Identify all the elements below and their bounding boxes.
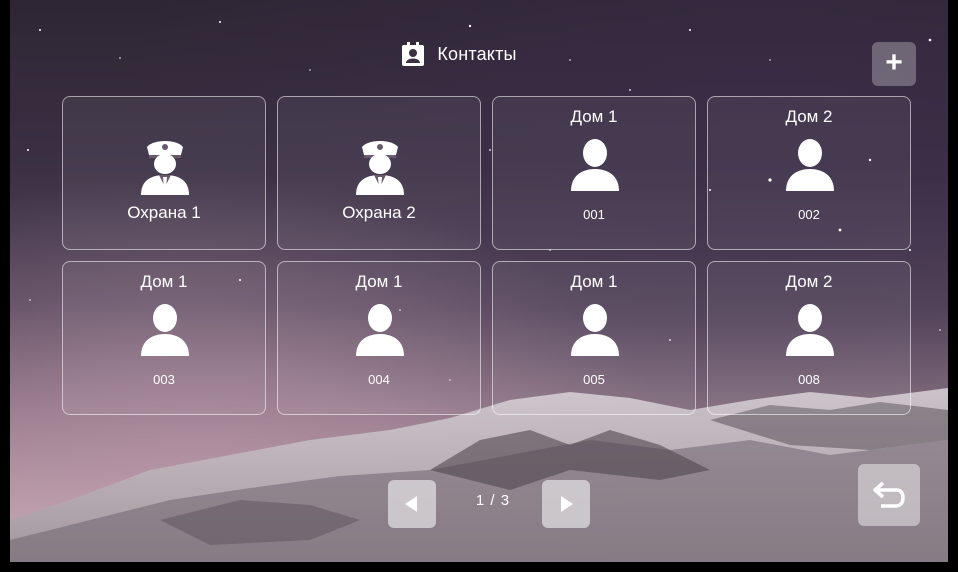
- add-contact-button[interactable]: +: [872, 42, 916, 86]
- contacts-icon: [402, 42, 425, 66]
- contact-number: 008: [798, 372, 820, 387]
- contact-tile-001[interactable]: Дом 1 001: [492, 96, 696, 250]
- previous-page-button[interactable]: [388, 480, 436, 528]
- contact-number: 002: [798, 207, 820, 222]
- person-icon: [786, 139, 834, 191]
- back-button[interactable]: [858, 464, 920, 526]
- header: Контакты: [10, 34, 948, 74]
- contact-tile-005[interactable]: Дом 1 005: [492, 261, 696, 415]
- person-icon: [571, 139, 619, 191]
- contact-tile-guard-1[interactable]: Охрана 1: [62, 96, 266, 250]
- guard-icon: [356, 141, 404, 195]
- tile-header: Дом 1: [140, 272, 188, 291]
- contact-name: Охрана 2: [342, 203, 416, 222]
- person-icon: [571, 304, 619, 356]
- contact-tile-002[interactable]: Дом 2 002: [707, 96, 911, 250]
- return-icon: [873, 481, 905, 508]
- contact-tile-003[interactable]: Дом 1 003: [62, 261, 266, 415]
- arrow-left-icon: [405, 496, 417, 512]
- plus-icon: +: [885, 46, 903, 79]
- contact-tile-guard-2[interactable]: Охрана 2: [277, 96, 481, 250]
- tile-header: Дом 2: [785, 272, 833, 291]
- contact-number: 003: [153, 372, 175, 387]
- person-icon: [786, 304, 834, 356]
- page-indicator: 1 / 3: [475, 492, 511, 509]
- page-title: Контакты: [437, 43, 517, 64]
- contacts-grid: Охрана 1 Охрана 2 Дом 1 001 Дом 2 002 До…: [62, 96, 913, 416]
- pager: 1 / 3: [388, 480, 590, 528]
- tile-header: Дом 1: [355, 272, 403, 291]
- tile-header: Дом 2: [785, 107, 833, 126]
- tile-header: Дом 1: [570, 272, 618, 291]
- guard-icon: [141, 141, 189, 195]
- contact-name: Охрана 1: [127, 203, 201, 222]
- arrow-right-icon: [561, 496, 573, 512]
- person-icon: [141, 304, 189, 356]
- contacts-screen: Контакты + Охрана 1 Охрана 2 Дом 1 001 Д…: [10, 0, 948, 562]
- contact-tile-004[interactable]: Дом 1 004: [277, 261, 481, 415]
- contact-number: 001: [583, 207, 605, 222]
- contact-number: 005: [583, 372, 605, 387]
- tile-header: Дом 1: [570, 107, 618, 126]
- contact-number: 004: [368, 372, 390, 387]
- contact-tile-008[interactable]: Дом 2 008: [707, 261, 911, 415]
- person-icon: [356, 304, 404, 356]
- next-page-button[interactable]: [542, 480, 590, 528]
